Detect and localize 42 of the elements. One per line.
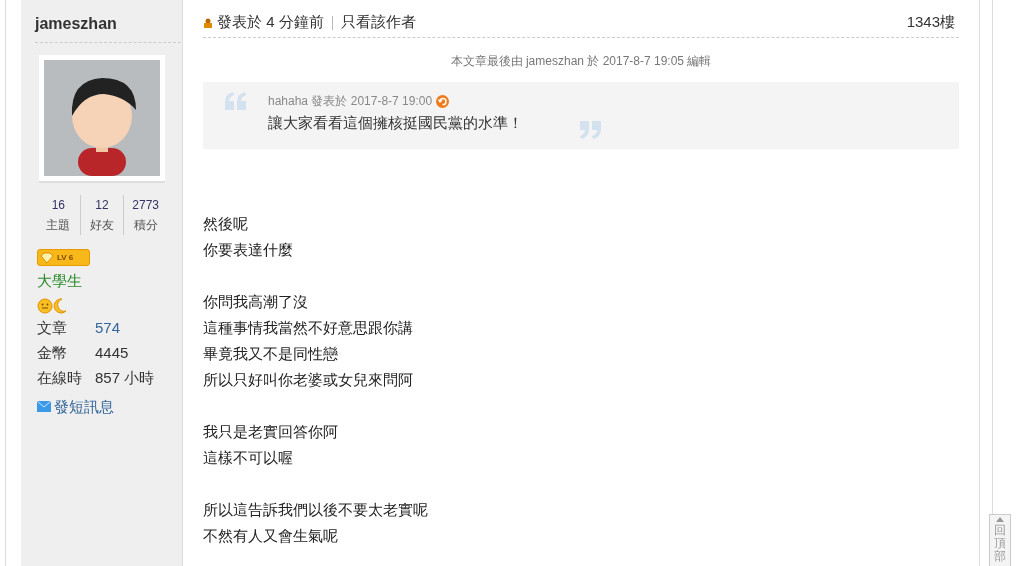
moon-icon: [53, 297, 67, 314]
post-text-line: 你問我高潮了沒: [203, 292, 308, 312]
post-text-line: 畢竟我又不是同性戀: [203, 344, 338, 364]
envelope-icon: [37, 401, 51, 413]
stat-count[interactable]: 2773: [132, 195, 160, 215]
detail-label: 在線時: [37, 367, 83, 388]
level-text: LV 6: [57, 253, 74, 262]
quote-meta: hahaha 發表於 2017-8-7 19:00: [268, 93, 433, 110]
detail-value: 4445: [95, 342, 129, 363]
username[interactable]: jameszhan: [35, 12, 181, 43]
close-quote-icon: [578, 119, 604, 141]
stat-label: 好友: [90, 217, 114, 234]
send-message-link[interactable]: 發短訊息: [37, 395, 114, 418]
smiley-icon: [37, 297, 53, 314]
detail-label: 金幣: [37, 342, 68, 363]
post-text-line: 這種事情我當然不好意思跟你講: [203, 318, 413, 338]
post-text-line: 不然有人又會生氣呢: [203, 526, 338, 546]
detail-label: 文章: [37, 317, 68, 338]
post-text-line: 這樣不可以喔: [203, 448, 293, 468]
post-text-line: 我只是老實回答你阿: [203, 422, 338, 442]
floor-number: 1343樓: [906, 12, 955, 33]
post-text-line: 然後呢: [203, 214, 248, 234]
detail-link[interactable]: 574: [95, 315, 121, 340]
up-arrow-icon: [996, 517, 1004, 522]
post-text-line: 所以只好叫你老婆或女兒來問阿: [203, 370, 413, 390]
back-to-top-text: 回頂部: [994, 524, 1006, 563]
stat-label: 主題: [46, 217, 71, 234]
rank-title: 大學生: [37, 271, 83, 291]
stat-count[interactable]: 16: [51, 195, 65, 215]
diamond-icon: [40, 251, 54, 264]
post-text-line: 你要表達什麼: [203, 240, 293, 260]
stat-label: 積分: [133, 217, 158, 234]
post-text-line: 所以這告訴我們以後不要太老實呢: [203, 500, 428, 520]
quote-text: 讓大家看看這個擁核挺國民黨的水準！: [268, 113, 523, 133]
reply-arrow-icon[interactable]: [436, 94, 450, 108]
detail-value: 857 小時: [95, 367, 155, 388]
edit-note: 本文章最後由 jameszhan 於 2017-8-7 19:05 編輯: [450, 53, 712, 70]
open-quote-icon: [223, 90, 249, 112]
author-only-link[interactable]: 只看該作者: [340, 11, 416, 34]
user-icon: [203, 17, 213, 28]
post-time: 發表於 4 分鐘前: [217, 12, 324, 33]
stat-count[interactable]: 12: [95, 195, 109, 215]
